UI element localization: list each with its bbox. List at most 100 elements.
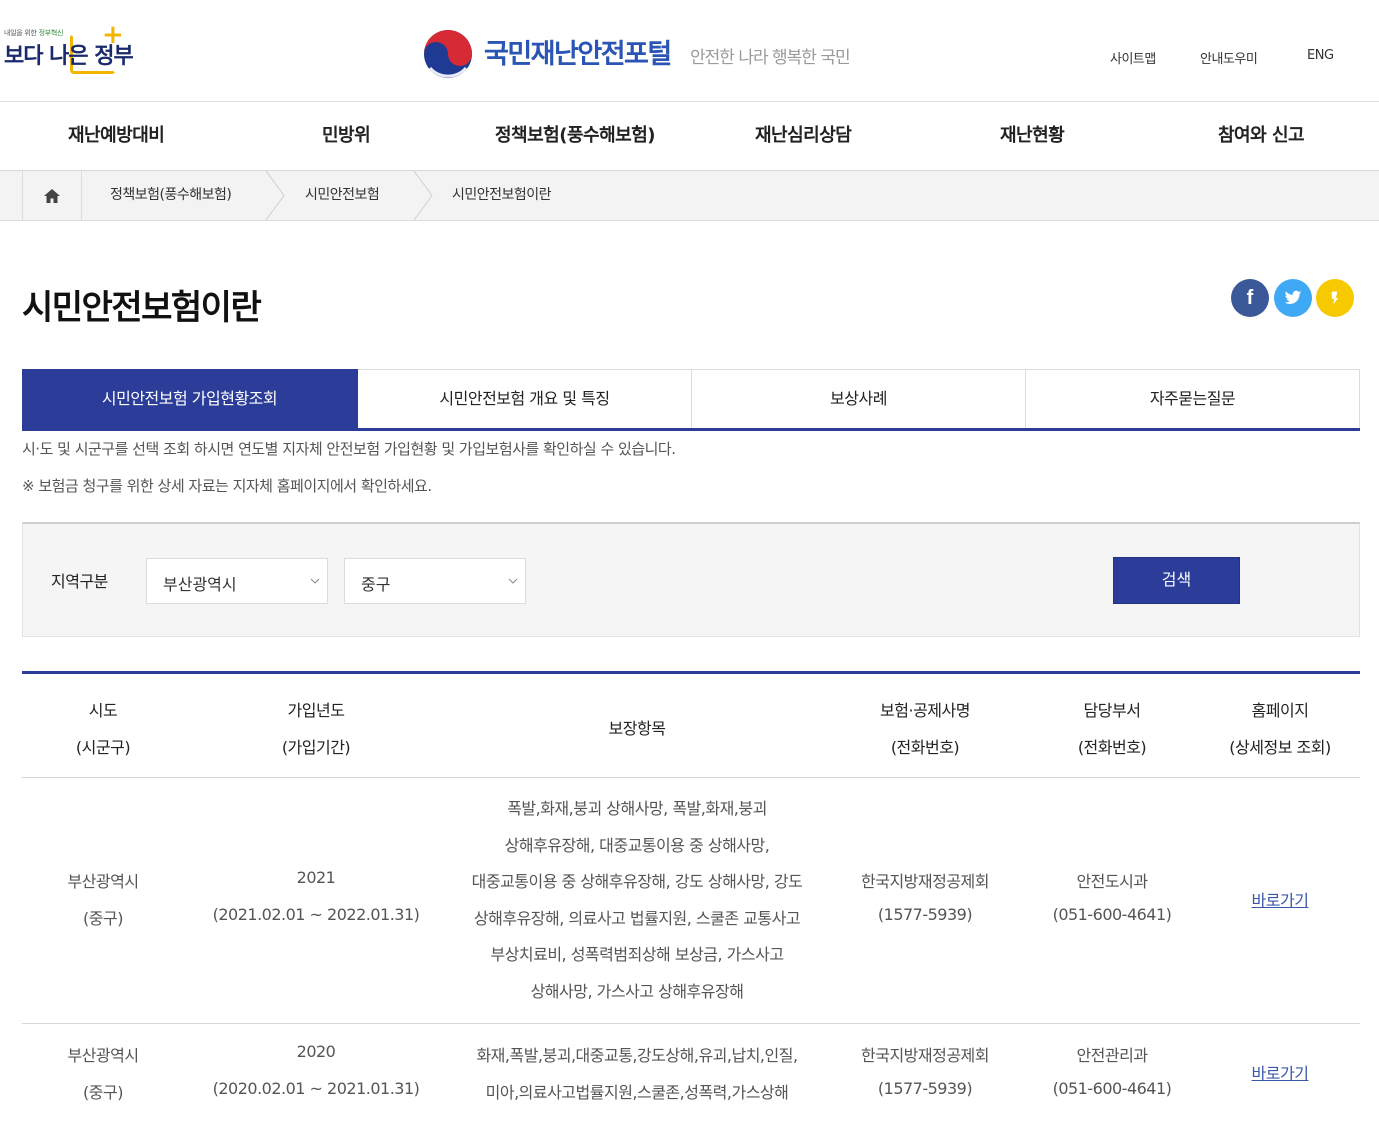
header-homepage-label: 홈페이지 — [1251, 701, 1309, 720]
breadcrumb-item-citizen-insurance[interactable]: 시민안전보험 — [305, 171, 380, 220]
cell-year: 2020 (2020.02.01 ~ 2021.01.31) — [184, 1024, 448, 1123]
kakao-share-button[interactable] — [1316, 279, 1354, 317]
coverage-line: 대중교통이용 중 상해후유장해, 강도 상해사망, 강도 — [471, 872, 803, 891]
cell-dept-name: 안전관리과 — [1076, 1046, 1148, 1065]
header-dept: 담당부서 (전화번호) — [1024, 674, 1200, 778]
facebook-icon: f — [1246, 287, 1254, 309]
cell-year-value: 2021 — [296, 868, 336, 887]
util-link-guide[interactable]: 안내도우미 — [1200, 48, 1258, 67]
cell-period-value: (2021.02.01 ~ 2022.01.31) — [212, 905, 420, 924]
nav-item-disaster-status[interactable]: 재난현황 — [1000, 103, 1065, 171]
cell-sido-name: 부산광역시 — [67, 1046, 139, 1065]
header-dept-label: 담당부서 — [1083, 701, 1141, 720]
cell-sido: 부산광역시 (중구) — [22, 1024, 184, 1123]
chevron-down-icon — [508, 578, 518, 584]
twitter-share-button[interactable] — [1274, 279, 1312, 317]
homepage-link[interactable]: 바로가기 — [1200, 1060, 1360, 1084]
taegeuk-emblem-icon — [424, 30, 472, 78]
gov-logo-tagline: 내일을 위한 정부혁신 — [4, 29, 64, 37]
util-link-sitemap[interactable]: 사이트맵 — [1110, 48, 1156, 67]
tab-compensation-cases[interactable]: 보상사례 — [692, 369, 1026, 428]
nav-item-disaster-prevention[interactable]: 재난예방대비 — [68, 103, 165, 171]
twitter-bird-icon — [1284, 290, 1302, 305]
cell-sigungu-name: (중구) — [83, 1083, 123, 1102]
nav-item-counseling[interactable]: 재난심리상담 — [755, 103, 852, 171]
tab-enrollment-status[interactable]: 시민안전보험 가입현황조회 — [22, 369, 358, 428]
cell-homepage: 바로가기 — [1200, 778, 1360, 1024]
header-homepage: 홈페이지 (상세정보 조회) — [1200, 674, 1360, 778]
cell-coverage: 화재,폭발,붕괴,대중교통,강도상해,유괴,납치,인질, 미아,의료사고법률지원… — [448, 1024, 826, 1123]
coverage-line: 미아,의료사고법률지원,스쿨존,성폭력,가스상해 — [485, 1083, 789, 1102]
coverage-line: 폭발,화재,붕괴 상해사망, 폭발,화재,붕괴 — [507, 799, 767, 818]
table-row: 부산광역시 (중구) 2020 (2020.02.01 ~ 2021.01.31… — [22, 1024, 1360, 1123]
coverage-line: 상해후유장해, 대중교통이용 중 상해사망, — [504, 836, 770, 855]
header-insurer: 보험·공제사명 (전화번호) — [826, 674, 1024, 778]
cell-period-value: (2020.02.01 ~ 2021.01.31) — [212, 1079, 420, 1098]
header-insurer-label: 보험·공제사명 — [880, 701, 970, 720]
region-search-form: 지역구분 부산광역시 중구 검색 — [22, 522, 1360, 637]
region-label: 지역구분 — [51, 572, 108, 591]
breadcrumb-item-policy-insurance[interactable]: 정책보험(풍수해보험) — [110, 171, 232, 220]
portal-slogan: 안전한 나라 행복한 국민 — [690, 48, 851, 68]
site-header: 내일을 위한 정부혁신 + 보다 나은 정부 국민재난안전포털 안전한 나라 행… — [0, 0, 1379, 102]
main-navigation: 재난예방대비 민방위 정책보험(풍수해보험) 재난심리상담 재난현황 참여와 신… — [0, 103, 1379, 171]
page-title: 시민안전보험이란 — [22, 288, 262, 328]
header-homepage-sub: (상세정보 조회) — [1229, 738, 1331, 757]
cell-dept: 안전관리과 (051-600-4641) — [1024, 1024, 1200, 1123]
breadcrumb-chevron-icon — [413, 171, 433, 220]
breadcrumb-chevron-icon — [265, 171, 285, 220]
header-year-label: 가입년도 — [287, 701, 345, 720]
nav-item-civil-defense[interactable]: 민방위 — [322, 103, 371, 171]
chevron-down-icon — [310, 578, 320, 584]
cell-sigungu-name: (중구) — [83, 909, 123, 928]
cell-insurer-name: 한국지방재정공제회 — [861, 1046, 989, 1065]
header-sido-sub: (시군구) — [75, 738, 131, 757]
breadcrumb-home[interactable] — [22, 171, 82, 220]
cell-dept-phone: (051-600-4641) — [1052, 905, 1172, 924]
breadcrumb: 정책보험(풍수해보험) 시민안전보험 시민안전보험이란 — [0, 171, 1379, 221]
facebook-share-button[interactable]: f — [1231, 279, 1269, 317]
cell-sido: 부산광역시 (중구) — [22, 778, 184, 1024]
content-tabs: 시민안전보험 가입현황조회 시민안전보험 개요 및 특징 보상사례 자주묻는질문 — [22, 369, 1360, 431]
header-year: 가입년도 (가입기간) — [184, 674, 448, 778]
cell-insurer: 한국지방재정공제회 (1577-5939) — [826, 1024, 1024, 1123]
cell-year-value: 2020 — [296, 1042, 336, 1061]
portal-title: 국민재난안전포털 — [484, 39, 672, 70]
util-link-english[interactable]: ENG — [1307, 48, 1334, 63]
cell-dept-name: 안전도시과 — [1076, 872, 1148, 891]
cell-sido-name: 부산광역시 — [67, 872, 139, 891]
table-row: 부산광역시 (중구) 2021 (2021.02.01 ~ 2022.01.31… — [22, 778, 1360, 1024]
description-note: ※ 보험금 청구를 위한 상세 자료는 지자체 홈페이지에서 확인하세요. — [22, 477, 432, 495]
header-dept-sub: (전화번호) — [1077, 738, 1147, 757]
cell-dept: 안전도시과 (051-600-4641) — [1024, 778, 1200, 1024]
gov-innovation-logo[interactable]: 내일을 위한 정부혁신 + 보다 나은 정부 — [2, 20, 134, 78]
table-header: 시도 (시군구) 가입년도 (가입기간) 보장항목 보험·공제사명 (전화번호)… — [22, 674, 1360, 778]
search-button[interactable]: 검색 — [1113, 557, 1240, 604]
cell-year: 2021 (2021.02.01 ~ 2022.01.31) — [184, 778, 448, 1024]
sido-select[interactable]: 부산광역시 — [146, 558, 328, 604]
description-text: 시·도 및 시군구를 선택 조회 하시면 연도별 지자체 안전보험 가입현황 및… — [22, 440, 676, 458]
nav-item-participation[interactable]: 참여와 신고 — [1218, 103, 1305, 171]
homepage-link[interactable]: 바로가기 — [1200, 887, 1360, 911]
cell-insurer-name: 한국지방재정공제회 — [861, 872, 989, 891]
tab-faq[interactable]: 자주묻는질문 — [1026, 369, 1360, 428]
header-insurer-sub: (전화번호) — [890, 738, 960, 757]
breadcrumb-item-current: 시민안전보험이란 — [452, 187, 552, 203]
coverage-line: 화재,폭발,붕괴,대중교통,강도상해,유괴,납치,인질, — [476, 1046, 798, 1065]
gov-logo-text: 보다 나은 정부 — [4, 44, 134, 69]
cell-dept-phone: (051-600-4641) — [1052, 1079, 1172, 1098]
cell-insurer-phone: (1577-5939) — [877, 905, 973, 924]
nav-item-policy-insurance[interactable]: 정책보험(풍수해보험) — [495, 103, 656, 171]
sigungu-select-value: 중구 — [361, 575, 391, 594]
sigungu-select[interactable]: 중구 — [344, 558, 526, 604]
header-coverage: 보장항목 — [448, 674, 826, 778]
header-coverage-label: 보장항목 — [608, 719, 666, 738]
coverage-line: 상해사망, 가스사고 상해후유장해 — [530, 982, 744, 1001]
cell-homepage: 바로가기 — [1200, 1024, 1360, 1123]
kakao-story-icon — [1331, 291, 1339, 305]
tab-overview[interactable]: 시민안전보험 개요 및 특징 — [358, 369, 692, 428]
header-sido-label: 시도 — [88, 701, 118, 720]
portal-logo[interactable]: 국민재난안전포털 안전한 나라 행복한 국민 — [422, 26, 862, 82]
cell-insurer-phone: (1577-5939) — [877, 1079, 973, 1098]
header-year-sub: (가입기간) — [281, 738, 351, 757]
